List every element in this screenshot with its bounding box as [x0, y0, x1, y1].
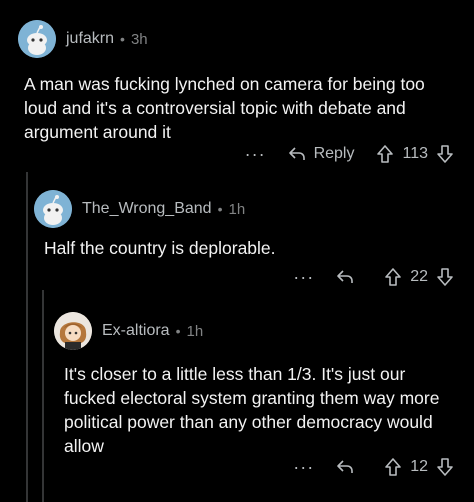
- comment-body: Half the country is deplorable.: [44, 238, 276, 258]
- separator-dot: •: [217, 201, 223, 217]
- vote-count: 12: [410, 458, 428, 475]
- reply-arrow-icon: [288, 147, 305, 160]
- username[interactable]: The_Wrong_Band: [82, 200, 212, 218]
- separator-dot: •: [120, 31, 125, 47]
- upvote-icon[interactable]: [384, 267, 402, 287]
- comment-header: Ex-altiora • 1h: [54, 312, 464, 350]
- vote-count: 113: [402, 145, 428, 162]
- comment-age: 1h: [186, 322, 204, 340]
- more-options-icon[interactable]: ···: [245, 144, 266, 165]
- comment-actions: ··· 22: [260, 265, 454, 289]
- upvote-icon[interactable]: [376, 144, 394, 164]
- more-options-icon[interactable]: ···: [293, 267, 314, 288]
- comment-body: It's closer to a little less than 1/3. I…: [64, 364, 440, 456]
- vote-controls: 12: [384, 457, 454, 477]
- vote-controls: 22: [384, 267, 454, 287]
- comment-the-wrong-band: The_Wrong_Band • 1h Half the country is …: [34, 190, 454, 258]
- comment-age: 1h: [228, 200, 246, 218]
- comment-actions: ··· 12: [260, 455, 454, 479]
- downvote-icon[interactable]: [436, 267, 454, 287]
- separator-dot: •: [175, 323, 181, 339]
- reply-label: Reply: [313, 145, 355, 162]
- vote-count: 22: [410, 268, 428, 285]
- comment-actions: 3h ··· Reply 113: [200, 142, 454, 166]
- comment-header: jufakrn • 3h: [18, 20, 458, 58]
- snoo-avatar-icon[interactable]: [18, 20, 56, 58]
- comment-ex-altiora: Ex-altiora • 1h It's closer to a little …: [54, 312, 464, 456]
- username[interactable]: Ex-altiora: [102, 322, 170, 340]
- reply-arrow-icon: [337, 460, 354, 473]
- downvote-icon[interactable]: [436, 457, 454, 477]
- username[interactable]: jufakrn: [66, 30, 114, 48]
- downvote-icon[interactable]: [436, 144, 454, 164]
- thread-line-level-1[interactable]: [26, 172, 28, 502]
- vote-controls: 113: [376, 144, 454, 164]
- comment-header: The_Wrong_Band • 1h: [34, 190, 454, 228]
- upvote-icon[interactable]: [384, 457, 402, 477]
- comment-body: A man was fucking lynched on camera for …: [24, 74, 425, 142]
- thread-line-level-2[interactable]: [42, 290, 44, 502]
- reply-arrow-icon: [337, 270, 354, 283]
- comment-age: 3h: [130, 30, 148, 48]
- reply-button[interactable]: Reply: [288, 145, 355, 163]
- custom-avatar-icon[interactable]: [54, 312, 92, 350]
- snoo-avatar-icon[interactable]: [34, 190, 72, 228]
- more-options-icon[interactable]: ···: [293, 457, 314, 478]
- reply-button[interactable]: [336, 459, 362, 475]
- reply-button[interactable]: [336, 269, 362, 285]
- comment-jufakrn: jufakrn • 3h A man was fucking lynched o…: [18, 20, 458, 142]
